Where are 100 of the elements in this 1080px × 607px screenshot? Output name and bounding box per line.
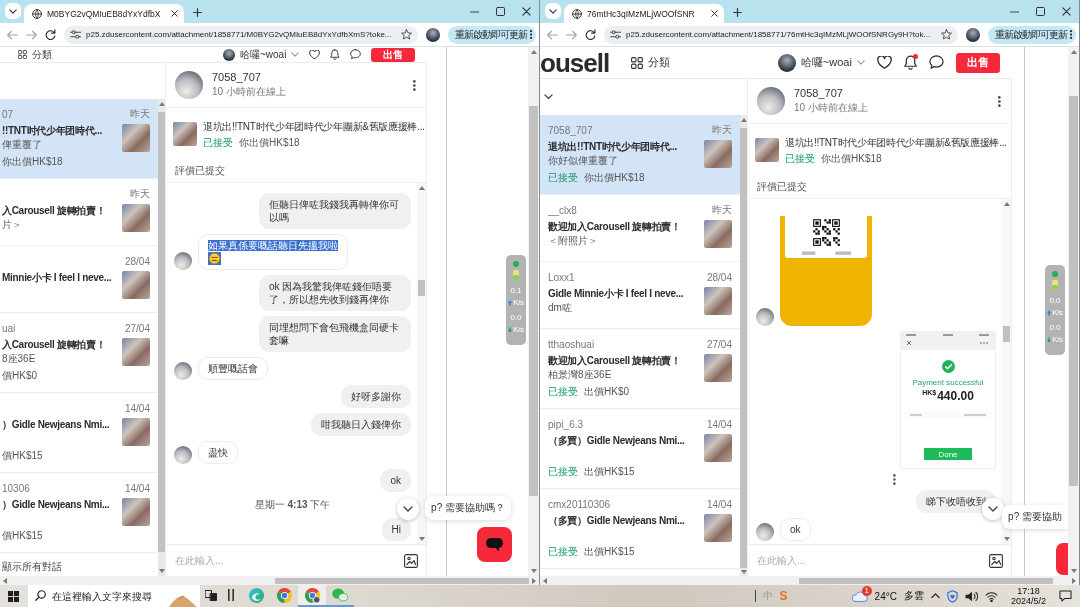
close-icon[interactable] <box>522 7 531 16</box>
bell-icon[interactable] <box>903 55 917 70</box>
forward-arrow-icon[interactable] <box>566 29 577 40</box>
categories-link[interactable]: 分類 <box>631 55 671 70</box>
weather-condition[interactable]: 多雲 <box>903 589 924 603</box>
arrow-down-icon[interactable] <box>1003 537 1010 541</box>
scrollbar-thumb[interactable] <box>1003 326 1010 342</box>
scrollbar-thumb[interactable] <box>418 280 425 296</box>
arrow-left-icon[interactable] <box>3 577 7 584</box>
windows-logo-icon[interactable] <box>8 590 19 602</box>
minimize-icon[interactable] <box>470 10 479 13</box>
bell-icon[interactable] <box>330 49 340 60</box>
chat-support-button[interactable] <box>477 527 512 562</box>
browser-tab[interactable]: 76mtHc3qIMzMLjWOOfSNR <box>564 4 724 23</box>
arrow-down-icon[interactable] <box>158 569 165 573</box>
conversation-item[interactable]: 07 昨天 !!TNT时代少年团時代... 俾重覆了 你出價HK$18 <box>0 99 158 179</box>
categories-link[interactable]: 分類 <box>18 47 52 62</box>
arrow-down-icon[interactable] <box>1070 569 1077 573</box>
back-arrow-icon[interactable] <box>547 29 558 40</box>
arrow-up-icon[interactable] <box>740 118 747 122</box>
scrollbar-thumb[interactable] <box>529 106 538 496</box>
arrow-up-icon[interactable] <box>1003 202 1010 206</box>
temperature[interactable]: 24°C <box>874 590 897 602</box>
speaker-icon[interactable] <box>964 590 978 602</box>
reload-icon[interactable] <box>45 29 56 40</box>
message-input-field[interactable]: 在此輸入... <box>175 555 398 566</box>
plus-icon[interactable] <box>193 8 202 17</box>
sliders-icon[interactable] <box>610 30 621 39</box>
more-icon <box>1069 30 1072 39</box>
cloud-icon[interactable] <box>850 590 868 602</box>
scroll-down-button[interactable] <box>397 498 419 520</box>
update-button[interactable]: 重新啟動即可更新 <box>987 25 1076 44</box>
arrow-up-icon[interactable] <box>158 102 165 106</box>
image-upload-icon[interactable] <box>404 553 418 568</box>
clock-time[interactable]: 17:18 <box>1017 586 1040 596</box>
sell-button[interactable]: 出售 <box>371 47 415 62</box>
arrow-down-icon[interactable] <box>530 569 537 573</box>
close-icon[interactable] <box>1062 7 1071 16</box>
more-icon[interactable] <box>893 474 896 485</box>
tab-search-button[interactable] <box>545 3 561 19</box>
taskbar-search-field[interactable]: 在這裡輸入文字來搜尋 <box>28 585 200 607</box>
scrollbar-track[interactable] <box>528 47 539 576</box>
plus-icon[interactable] <box>733 8 742 17</box>
star-icon[interactable] <box>940 29 952 40</box>
scrollbar-thumb[interactable] <box>1069 96 1078 486</box>
user-menu[interactable]: 哈囉~woai <box>777 53 865 72</box>
scrollbar-thumb[interactable] <box>799 577 1054 584</box>
sliders-icon[interactable] <box>70 30 81 39</box>
scrollbar-thumb[interactable] <box>274 577 529 584</box>
reload-icon[interactable] <box>585 29 596 40</box>
update-button[interactable]: 重新啟動即可更新 <box>447 25 536 44</box>
chat-icon[interactable] <box>350 49 361 60</box>
image-upload-icon[interactable] <box>989 553 1003 568</box>
avatar-photo <box>757 87 785 115</box>
sell-button[interactable]: 出售 <box>956 52 1000 73</box>
back-arrow-icon[interactable] <box>7 29 18 40</box>
arrow-right-icon[interactable] <box>1072 577 1076 584</box>
site-logo[interactable]: ousell <box>540 49 610 76</box>
heart-icon[interactable] <box>876 55 892 70</box>
taskbar-button[interactable] <box>298 585 326 607</box>
tab-search-button[interactable] <box>5 3 21 19</box>
message-input-field[interactable]: 在此輸入... <box>757 555 983 566</box>
notification-icon[interactable] <box>1059 590 1072 602</box>
network-icon[interactable] <box>984 590 998 602</box>
chevron-up-icon[interactable] <box>930 593 940 599</box>
scrollbar-track[interactable] <box>1068 47 1079 576</box>
review-notice: 評價已提交 <box>175 164 225 178</box>
arrow-down-icon[interactable] <box>418 537 425 541</box>
close-icon[interactable] <box>171 10 178 17</box>
listing-title[interactable]: 退坑出!!TNT时代少年团時代少年團新&舊版應援棒... <box>203 119 423 134</box>
listing-title[interactable]: 退坑出!!TNT时代少年团時代少年團新&舊版應援棒... <box>785 135 1007 150</box>
forward-arrow-icon[interactable] <box>26 29 37 40</box>
arrow-right-icon[interactable] <box>532 577 536 584</box>
conversation-item[interactable]: 7058_707 昨天 退坑出!!TNT时代少年团時代... 你好似俾重覆了 已接受 你出價HK$18 <box>540 115 740 195</box>
address-bar[interactable]: p25.zdusercontent.com/attachment/1858771/M0BYG2vQMIuEB8dYxYdfbXmS?toke... <box>64 25 418 44</box>
minimize-icon[interactable] <box>1010 10 1019 13</box>
arrow-up-icon[interactable] <box>530 50 537 54</box>
maximize-icon[interactable] <box>1036 7 1045 16</box>
star-icon[interactable] <box>400 29 412 40</box>
arrow-down-icon[interactable] <box>740 570 747 574</box>
arrow-left-icon[interactable] <box>543 577 547 584</box>
profile-avatar[interactable] <box>425 27 440 42</box>
arrow-up-icon[interactable] <box>1070 50 1077 54</box>
scrollbar-track[interactable] <box>417 183 426 544</box>
maximize-icon[interactable] <box>496 7 505 16</box>
arrow-up-icon[interactable] <box>418 186 425 190</box>
chevron-down-icon[interactable] <box>544 94 553 100</box>
chat-icon[interactable] <box>929 55 944 70</box>
message-text: 佢聽日俾咗我錢我再轉俾你可以嗎 <box>269 199 399 223</box>
address-bar[interactable]: p25.zdusercontent.com/attachment/1858771/76mtHc3qIMzMLjWOOfSNRGy9H?tok... <box>604 25 958 44</box>
show-all-link[interactable]: 顯示所有對話 <box>0 553 158 576</box>
user-menu[interactable]: 哈囉~woai <box>222 47 300 62</box>
profile-avatar[interactable] <box>965 27 980 42</box>
shield-icon[interactable] <box>946 589 958 603</box>
close-icon[interactable] <box>711 10 718 17</box>
clock-date[interactable]: 2024/5/2 <box>1010 596 1046 606</box>
browser-tab[interactable]: M0BYG2vQMIuEB8dYxYdfbX <box>24 4 184 23</box>
more-icon[interactable] <box>413 79 416 91</box>
heart-icon[interactable] <box>309 49 321 60</box>
more-icon[interactable] <box>998 95 1001 107</box>
